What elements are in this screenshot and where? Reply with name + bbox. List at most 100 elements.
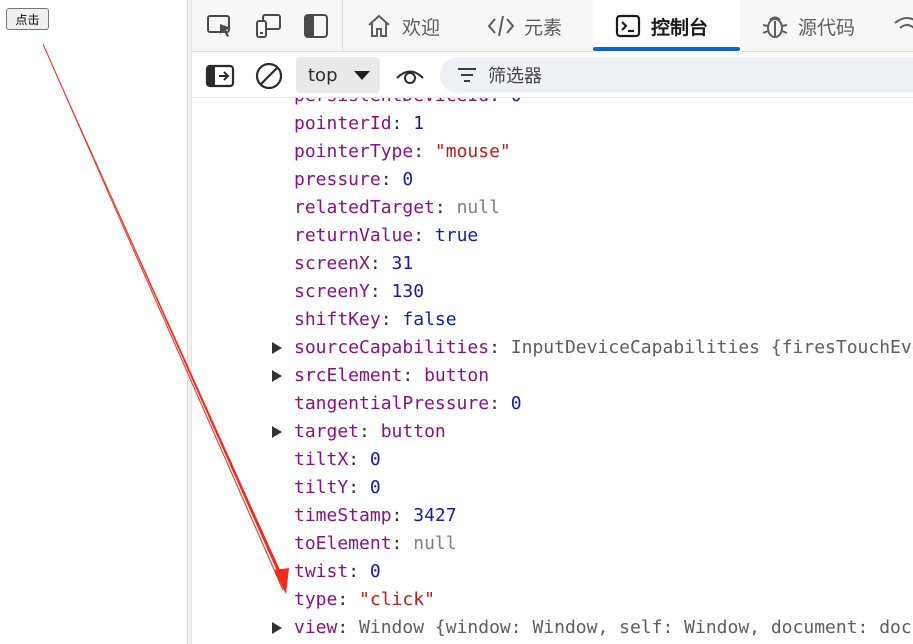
active-tab-indicator (593, 47, 740, 51)
context-selector[interactable]: top (296, 57, 380, 93)
console-property-row: toElement: null (192, 530, 913, 558)
home-icon (364, 11, 394, 41)
property-content: timeStamp: 3427 (294, 502, 457, 530)
property-content: pointerId: 1 (294, 110, 424, 138)
property-content: pressure: 0 (294, 166, 413, 194)
tab-sources-label: 源代码 (798, 16, 856, 39)
colon-separator: : (369, 281, 392, 302)
console-property-row: pressure: 0 (192, 166, 913, 194)
tab-elements-label: 元素 (524, 16, 563, 39)
console-property-row[interactable]: srcElement: button (192, 362, 913, 390)
filter-placeholder: 筛选器 (488, 66, 542, 87)
tab-elements[interactable]: 元素 (486, 0, 562, 52)
tab-network[interactable] (892, 0, 913, 52)
property-key: relatedTarget (294, 197, 435, 218)
property-value: 0 (511, 98, 522, 106)
colon-separator: : (489, 98, 511, 106)
property-value: 3427 (413, 505, 457, 526)
colon-separator: : (391, 113, 414, 134)
caret-down-icon (354, 71, 370, 80)
property-value: null (413, 533, 457, 554)
filter-input[interactable]: 筛选器 (440, 57, 913, 93)
property-value: 31 (391, 253, 414, 274)
show-sidebar-icon[interactable] (203, 59, 237, 93)
click-button[interactable]: 点击 (6, 8, 49, 30)
expand-triangle-icon[interactable] (272, 342, 282, 354)
console-property-row: shiftKey: false (192, 306, 913, 334)
property-content: target: button (294, 418, 446, 446)
property-key: shiftKey (294, 309, 381, 330)
property-content: toElement: null (294, 530, 457, 558)
colon-separator: : (434, 197, 457, 218)
property-key: pointerType (294, 141, 414, 162)
console-property-row: timeStamp: 3427 (192, 502, 913, 530)
property-key: timeStamp (294, 505, 392, 526)
tab-console-label: 控制台 (651, 16, 709, 39)
tab-welcome[interactable]: 欢迎 (364, 0, 440, 52)
colon-separator: : (348, 449, 370, 470)
property-content: screenY: 130 (294, 278, 424, 306)
devtools-panel: 欢迎 元素 控制台 源代码 top 筛选器 pointerId: 1 point… (192, 0, 913, 644)
console-icon (613, 11, 643, 41)
property-value: null (456, 197, 500, 218)
property-value: 0 (510, 393, 522, 414)
expand-triangle-icon[interactable] (272, 426, 282, 438)
property-key: screenY (294, 281, 370, 302)
console-property-row: tangentialPressure: 0 (192, 390, 913, 418)
property-key: tangentialPressure (294, 393, 490, 414)
console-property-row[interactable]: target: button (192, 418, 913, 446)
property-key: pointerId (294, 113, 392, 134)
colon-separator: : (391, 505, 414, 526)
wifi-icon (892, 11, 913, 41)
live-expression-eye-icon[interactable] (393, 59, 427, 93)
property-key: twist (294, 561, 349, 582)
property-key: tiltY (294, 477, 349, 498)
colon-separator: : (348, 561, 370, 582)
property-key: toElement (294, 533, 392, 554)
property-content: tiltY: 0 (294, 474, 381, 502)
dock-sidebar-icon[interactable] (298, 8, 334, 44)
colon-separator: : (402, 365, 425, 386)
property-content: shiftKey: false (294, 306, 457, 334)
property-content: pointerType: "mouse" (294, 138, 511, 166)
property-content: relatedTarget: null (294, 194, 500, 222)
web-page-area: 点击 (0, 0, 187, 644)
property-key: target (294, 421, 360, 442)
colon-separator: : (413, 225, 435, 246)
property-content: type: "click" (294, 586, 435, 614)
property-content: tangentialPressure: 0 (294, 390, 522, 418)
console-property-row: persistentDeviceId: 0 (192, 98, 913, 110)
property-value: Window {window: Window, self: Window, do… (359, 617, 913, 638)
property-value: "click" (359, 589, 435, 610)
property-content: twist: 0 (294, 558, 381, 586)
device-emulation-icon[interactable] (250, 8, 286, 44)
console-property-row[interactable]: view: Window {window: Window, self: Wind… (192, 614, 913, 642)
property-value: InputDeviceCapabilities {firesTouchEvent… (510, 337, 913, 358)
tab-sources[interactable]: 源代码 (760, 0, 855, 52)
property-value: button (424, 365, 490, 386)
tabbar-separator (342, 0, 343, 52)
property-key: pressure (294, 169, 381, 190)
property-value: 130 (391, 281, 425, 302)
filter-icon (456, 64, 478, 86)
console-output: persistentDeviceId: 0pointerId: 1pointer… (192, 98, 913, 644)
console-property-row: pointerId: 1 (192, 110, 913, 138)
property-content: sourceCapabilities: InputDeviceCapabilit… (294, 334, 913, 362)
clear-console-icon[interactable] (252, 59, 286, 93)
expand-triangle-icon[interactable] (272, 370, 282, 382)
property-key: returnValue (294, 225, 414, 246)
tab-console[interactable]: 控制台 (593, 0, 740, 52)
inspect-element-icon[interactable] (202, 8, 238, 44)
property-content: screenX: 31 (294, 250, 413, 278)
property-value: false (402, 309, 457, 330)
expand-triangle-icon[interactable] (272, 622, 282, 634)
property-value: 1 (413, 113, 425, 134)
console-property-row: twist: 0 (192, 558, 913, 586)
property-key: view (294, 617, 338, 638)
console-property-row: relatedTarget: null (192, 194, 913, 222)
property-value: 0 (369, 477, 381, 498)
colon-separator: : (380, 309, 403, 330)
console-property-row: screenX: 31 (192, 250, 913, 278)
console-property-row[interactable]: sourceCapabilities: InputDeviceCapabilit… (192, 334, 913, 362)
colon-separator: : (337, 617, 360, 638)
